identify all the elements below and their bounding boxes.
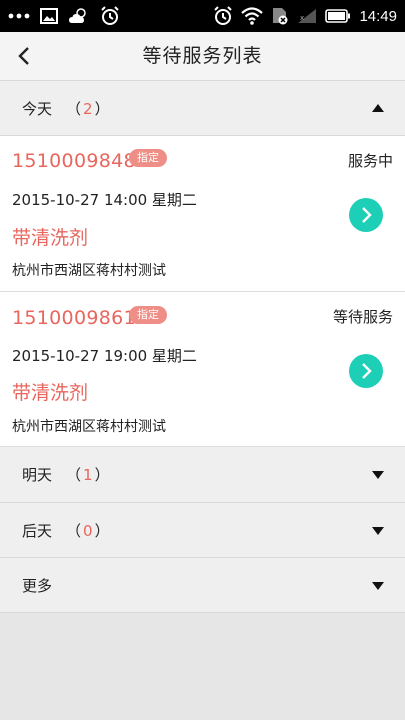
weather-cloud-icon — [68, 8, 90, 24]
status-bar-right: x 14:49 — [213, 0, 397, 32]
section-more[interactable]: 更多 — [0, 558, 405, 613]
order-status: 服务中 — [347, 152, 393, 170]
order-datetime: 2015-10-27 19:00 星期二 — [12, 347, 197, 365]
caret-down-icon — [371, 524, 385, 538]
more-dots-icon — [8, 13, 30, 19]
designated-tag: 指定 — [129, 306, 167, 324]
signal-icon: x — [297, 8, 317, 24]
caret-up-icon — [371, 101, 385, 115]
order-status: 等待服务 — [332, 308, 393, 326]
section-today[interactable]: 今天 （2） — [0, 81, 405, 136]
sim-blocked-icon — [271, 6, 289, 26]
section-label: 今天 — [22, 99, 53, 118]
alarm-icon — [213, 6, 233, 26]
image-icon — [40, 8, 58, 24]
battery-icon — [325, 9, 351, 23]
wifi-icon — [241, 7, 264, 25]
order-service: 带清洗剂 — [12, 227, 89, 249]
page-title: 等待服务列表 — [142, 45, 263, 67]
order-card[interactable]: 1510009848 指定 服务中 2015-10-27 14:00 星期二 带… — [0, 136, 405, 292]
section-tomorrow[interactable]: 明天 （1） — [0, 447, 405, 503]
status-bar-left — [8, 0, 120, 32]
caret-down-icon — [371, 579, 385, 593]
order-card[interactable]: 1510009861 指定 等待服务 2015-10-27 19:00 星期二 … — [0, 292, 405, 447]
back-button[interactable] — [8, 40, 40, 72]
section-count: 1 — [83, 466, 93, 484]
order-datetime: 2015-10-27 14:00 星期二 — [12, 191, 197, 209]
chevron-right-icon — [362, 207, 372, 223]
status-bar: x 14:49 — [0, 0, 405, 32]
section-count: 0 — [83, 521, 93, 540]
back-arrow-icon — [18, 47, 29, 65]
section-label: 更多 — [22, 576, 53, 595]
order-number: 1510009848 — [12, 150, 136, 172]
caret-down-icon — [371, 468, 385, 482]
order-detail-button[interactable] — [349, 198, 383, 232]
svg-text:x: x — [300, 14, 304, 22]
order-address: 杭州市西湖区蒋村村测试 — [12, 419, 166, 435]
order-detail-button[interactable] — [349, 354, 383, 388]
order-service: 带清洗剂 — [12, 382, 89, 404]
section-count: 2 — [83, 99, 93, 118]
order-address: 杭州市西湖区蒋村村测试 — [12, 263, 166, 279]
nav-bar: 等待服务列表 — [0, 32, 405, 81]
designated-tag: 指定 — [129, 149, 167, 167]
section-label: 后天 — [22, 521, 53, 540]
order-number: 1510009861 — [12, 307, 136, 329]
alarm-icon — [100, 6, 120, 26]
section-day-after[interactable]: 后天 （0） — [0, 503, 405, 558]
section-label: 明天 — [22, 466, 53, 484]
chevron-right-icon — [362, 363, 372, 379]
status-time: 14:49 — [359, 7, 397, 25]
